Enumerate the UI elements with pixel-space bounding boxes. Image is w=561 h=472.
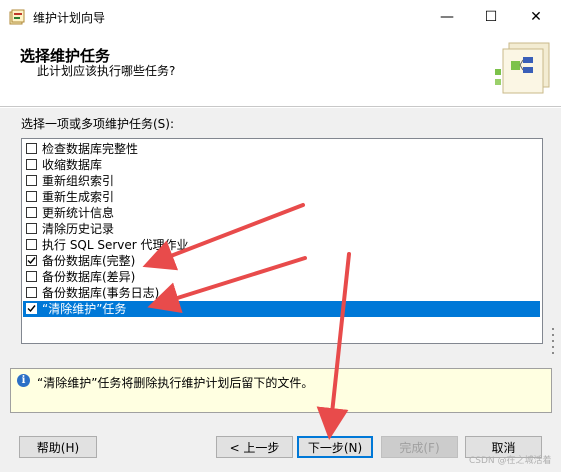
task-label: 备份数据库(差异): [42, 270, 136, 284]
task-list-label: 选择一项或多项维护任务(S):: [21, 117, 175, 131]
task-checkbox[interactable]: [26, 159, 37, 170]
list-item[interactable]: 清除历史记录: [23, 221, 540, 237]
watermark: CSDN @在之城活着: [469, 456, 552, 466]
close-button[interactable]: ✕: [513, 0, 559, 34]
task-label: 清除历史记录: [42, 222, 115, 236]
task-label: 重新组织索引: [42, 174, 115, 188]
task-checkbox[interactable]: [26, 271, 37, 282]
checkmark-icon: [27, 257, 36, 265]
checkmark-icon: [27, 305, 36, 313]
wizard-header: 选择维护任务 此计划应该执行哪些任务?: [0, 34, 561, 107]
list-item[interactable]: 更新统计信息: [23, 205, 540, 221]
task-label: 收缩数据库: [42, 158, 103, 172]
task-label: 检查数据库完整性: [42, 142, 139, 156]
task-checkbox[interactable]: [26, 303, 37, 314]
header-divider: [0, 107, 561, 108]
list-item[interactable]: 收缩数据库: [23, 157, 540, 173]
task-label: “清除维护”任务: [42, 302, 127, 316]
task-checkbox[interactable]: [26, 255, 37, 266]
page-subtitle: 此计划应该执行哪些任务?: [37, 64, 176, 78]
list-item[interactable]: 重新生成索引: [23, 189, 540, 205]
task-checkbox[interactable]: [26, 175, 37, 186]
minimize-button[interactable]: —: [424, 0, 470, 34]
task-checkbox[interactable]: [26, 191, 37, 202]
task-label: 备份数据库(完整): [42, 254, 136, 268]
back-button[interactable]: < 上一步: [216, 436, 293, 458]
list-item[interactable]: 备份数据库(事务日志): [23, 285, 540, 301]
task-label: 备份数据库(事务日志): [42, 286, 160, 300]
list-item[interactable]: 重新组织索引: [23, 173, 540, 189]
task-label: 执行 SQL Server 代理作业: [42, 238, 189, 252]
task-label: 更新统计信息: [42, 206, 115, 220]
task-checkbox[interactable]: [26, 143, 37, 154]
task-description-text: “清除维护”任务将删除执行维护计划后留下的文件。: [37, 376, 314, 390]
next-button[interactable]: 下一步(N): [297, 436, 373, 458]
help-button[interactable]: 帮助(H): [19, 436, 97, 458]
task-checkbox[interactable]: [26, 239, 37, 250]
list-item[interactable]: 检查数据库完整性: [23, 141, 540, 157]
title-bar: 维护计划向导 — ☐ ✕: [0, 0, 561, 34]
window-title: 维护计划向导: [33, 11, 106, 25]
wizard-graphic-icon: [495, 42, 550, 94]
list-item[interactable]: 执行 SQL Server 代理作业: [23, 237, 540, 253]
task-checkbox[interactable]: [26, 223, 37, 234]
finish-button: 完成(F): [381, 436, 458, 458]
task-label: 重新生成索引: [42, 190, 115, 204]
list-item[interactable]: 备份数据库(完整): [23, 253, 540, 269]
task-list[interactable]: 检查数据库完整性 收缩数据库 重新组织索引 重新生成索引 更新统计信息 清除历史…: [21, 138, 543, 344]
info-icon: i: [17, 374, 30, 387]
task-checkbox[interactable]: [26, 287, 37, 298]
maximize-button[interactable]: ☐: [468, 0, 514, 34]
task-description-box: i “清除维护”任务将删除执行维护计划后留下的文件。: [10, 368, 552, 413]
list-item-selected[interactable]: “清除维护”任务: [23, 301, 540, 317]
app-icon: [9, 9, 25, 25]
task-checkbox[interactable]: [26, 207, 37, 218]
list-item[interactable]: 备份数据库(差异): [23, 269, 540, 285]
splitter-grip-icon[interactable]: [549, 326, 559, 356]
